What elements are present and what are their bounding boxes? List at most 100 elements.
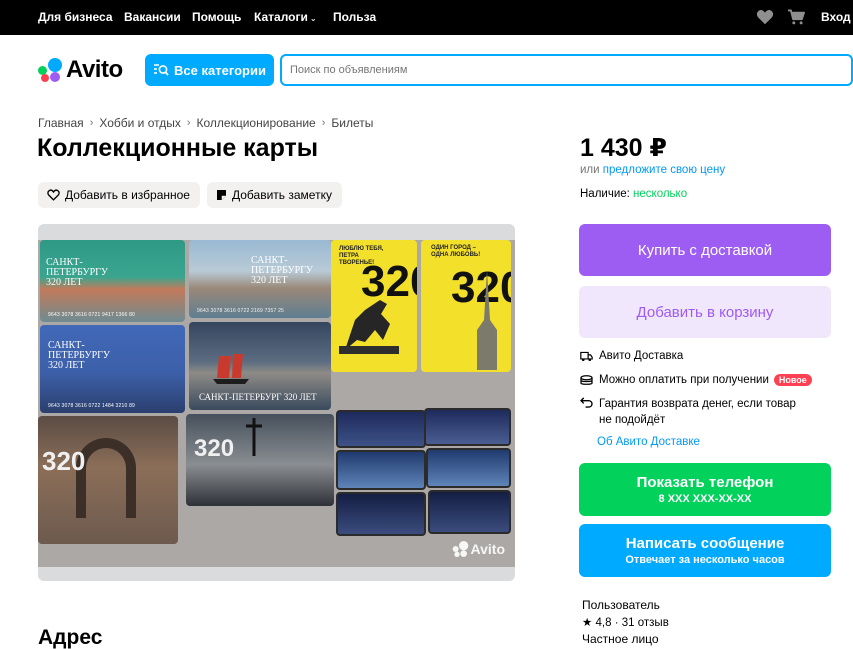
card-yellow-peter: ЛЮБЛЮ ТЕБЯ, ПЕТРА ТВОРЕНЬЕ! 320	[331, 240, 417, 372]
breadcrumb-tickets[interactable]: Билеты	[331, 116, 373, 130]
avito-logo[interactable]: Avito	[38, 56, 123, 84]
card-arch: 320	[38, 416, 178, 544]
card-text: САНКТ-ПЕТЕРБУРГ 320 ЛЕТ	[199, 392, 317, 402]
topbar-link-business[interactable]: Для бизнеса	[38, 10, 113, 24]
card-text: САНКТ-ПЕТЕРБУРГУ 320 ЛЕТ	[46, 257, 109, 288]
breadcrumb-hobby[interactable]: Хобби и отдых	[99, 116, 181, 130]
card-spb-320-green: САНКТ-ПЕТЕРБУРГУ 320 ЛЕТ 9643 3078 3616 …	[40, 240, 185, 322]
show-phone-label: Показать телефон	[636, 474, 774, 491]
listing-photo[interactable]: САНКТ-ПЕТЕРБУРГУ 320 ЛЕТ 9643 3078 3616 …	[38, 224, 515, 581]
add-to-favorites-button[interactable]: Добавить в избранное	[38, 182, 200, 208]
address-heading: Адрес	[38, 626, 103, 649]
photo-image: САНКТ-ПЕТЕРБУРГУ 320 ЛЕТ 9643 3078 3616 …	[38, 240, 515, 567]
phone-number: 8 XXX XXX-XX-XX	[658, 493, 752, 505]
write-message-button[interactable]: Написать сообщение Отвечает за несколько…	[579, 524, 831, 577]
coins-icon	[580, 375, 593, 385]
card-text: ОДИН ГОРОД – ОДНА ЛЮБОВЬ!	[431, 245, 481, 258]
availability: Наличие: несколько	[580, 188, 687, 200]
avito-logo-dots	[38, 58, 64, 82]
response-time: Отвечает за несколько часов	[625, 554, 785, 566]
breadcrumb-separator-icon: ›	[89, 117, 94, 129]
card-small-3	[336, 450, 426, 490]
show-phone-button[interactable]: Показать телефон 8 XXX XXX-XX-XX	[579, 463, 831, 516]
seller-rating-value: 4,8	[595, 617, 612, 629]
add-note-button[interactable]: Добавить заметку	[207, 182, 342, 208]
topbar-link-catalogs[interactable]: Каталоги ⌄	[254, 10, 317, 24]
star-icon: ★	[582, 617, 593, 629]
angel-icon	[246, 418, 262, 456]
breadcrumb-home[interactable]: Главная	[38, 116, 84, 130]
card-text: САНКТ-ПЕТЕРБУРГУ 320 ЛЕТ	[48, 340, 111, 371]
card-number-320: 320	[194, 435, 235, 462]
heart-icon[interactable]	[756, 9, 774, 25]
topbar-login[interactable]: Вход и	[821, 10, 853, 24]
breadcrumb-separator-icon: ›	[321, 117, 326, 129]
heart-outline-icon	[47, 189, 60, 201]
new-badge: Новое	[773, 374, 812, 386]
photo-watermark-text: Avito	[470, 541, 505, 557]
add-to-favorites-label: Добавить в избранное	[65, 188, 190, 202]
feature-guarantee: Гарантия возврата денег, если товар не п…	[580, 396, 796, 428]
card-small-6	[428, 490, 511, 534]
search-input[interactable]	[280, 54, 853, 86]
card-number: 9643 3078 3616 0722 1484 3210 89	[48, 403, 136, 409]
breadcrumb-collecting[interactable]: Коллекционирование	[197, 116, 316, 130]
topbar-link-help[interactable]: Помощь	[192, 10, 241, 24]
all-categories-button[interactable]: Все категории	[145, 54, 274, 86]
availability-value: несколько	[633, 188, 688, 200]
feature-guarantee-text: Гарантия возврата денег, если товар не п…	[599, 396, 796, 428]
card-small-2	[424, 408, 511, 446]
avito-logo-text: Avito	[66, 56, 123, 83]
cart-icon[interactable]	[787, 9, 805, 25]
seller-type: Частное лицо	[582, 632, 659, 646]
search-icon	[154, 64, 169, 76]
card-small-1	[336, 410, 426, 448]
card-angel: 320	[186, 414, 334, 506]
arch-shape	[76, 438, 136, 518]
card-number: 9643 3078 3616 0722 2169 7357 25	[197, 308, 285, 314]
buy-with-delivery-label: Купить с доставкой	[637, 241, 773, 259]
card-small-4	[426, 448, 511, 488]
topbar-link-vacancies[interactable]: Вакансии	[124, 10, 181, 24]
card-text: САНКТ-ПЕТЕРБУРГУ 320 ЛЕТ	[251, 255, 314, 286]
offer-prefix: или	[580, 164, 600, 176]
card-number-320: 320	[42, 446, 86, 476]
add-to-cart-button[interactable]: Добавить в корзину	[579, 286, 831, 338]
feature-delivery: Авито Доставка	[580, 350, 683, 362]
seller-name[interactable]: Пользователь	[582, 598, 660, 612]
write-message-label: Написать сообщение	[625, 535, 785, 552]
feature-delivery-text: Авито Доставка	[599, 350, 684, 362]
price: 1 430 ₽	[580, 134, 667, 162]
all-categories-label: Все категории	[174, 62, 266, 78]
guarantee-line-2: не подойдёт	[599, 414, 666, 426]
card-small-5	[336, 492, 426, 536]
card-yellow-spire: ОДИН ГОРОД – ОДНА ЛЮБОВЬ! 320	[421, 240, 511, 372]
card-number: 9643 3078 3616 0721 9417 1366 80	[48, 312, 136, 318]
horseman-statue-icon	[339, 300, 399, 354]
chevron-down-icon: ⌄	[309, 14, 317, 23]
add-to-cart-label: Добавить в корзину	[636, 303, 774, 321]
top-bar: Для бизнеса Вакансии Помощь Каталоги ⌄ По…	[0, 0, 853, 35]
seller-rating[interactable]: ★ 4,8 · 31 отзыв	[582, 615, 669, 629]
add-note-label: Добавить заметку	[232, 188, 332, 202]
page-title: Коллекционные карты	[37, 134, 319, 162]
offer-price-link[interactable]: предложите свою цену	[603, 164, 725, 176]
buy-with-delivery-button[interactable]: Купить с доставкой	[579, 224, 831, 276]
ship-icon	[213, 354, 249, 384]
card-spb-320-scarlet-sails: САНКТ-ПЕТЕРБУРГ 320 ЛЕТ	[189, 322, 331, 410]
offer-price-line: или предложите свою цену	[580, 164, 725, 176]
seller-reviews: 31 отзыв	[621, 617, 669, 629]
topbar-catalogs-label: Каталоги	[254, 10, 308, 24]
truck-icon	[580, 351, 593, 362]
card-spb-320-fortress: САНКТ-ПЕТЕРБУРГУ 320 ЛЕТ 9643 3078 3616 …	[189, 240, 331, 318]
spire-icon	[477, 270, 497, 370]
breadcrumb-separator-icon: ›	[186, 117, 191, 129]
card-spb-320-bridge: САНКТ-ПЕТЕРБУРГУ 320 ЛЕТ 9643 3078 3616 …	[40, 325, 185, 413]
availability-label: Наличие:	[580, 188, 630, 200]
about-delivery-link[interactable]: Об Авито Доставке	[597, 436, 700, 448]
topbar-link-benefit[interactable]: Польза	[333, 10, 376, 24]
guarantee-line-1: Гарантия возврата денег, если товар	[599, 398, 796, 410]
feature-pay-text: Можно оплатить при получении	[599, 374, 769, 386]
note-icon	[217, 190, 226, 200]
avito-watermark-icon	[452, 541, 468, 557]
